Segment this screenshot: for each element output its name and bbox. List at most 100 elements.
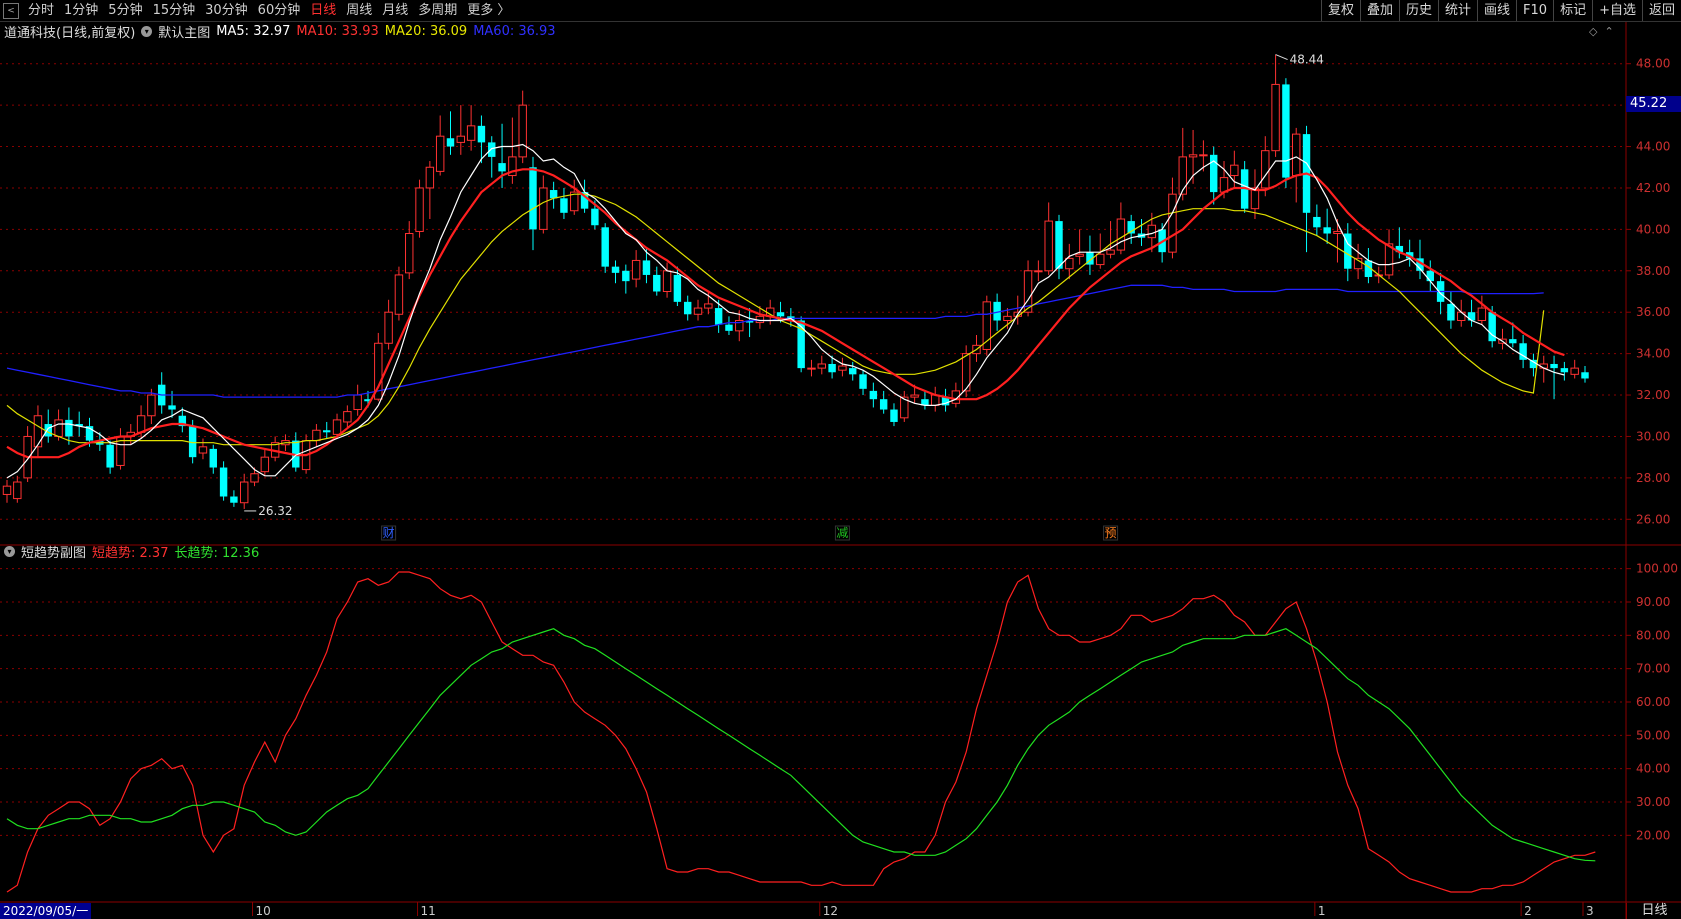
candle-body-down — [1467, 312, 1476, 321]
candle-body-up — [435, 135, 445, 172]
diamond-icon[interactable]: ◇ — [1589, 25, 1597, 38]
price-tick-label: 38.00 — [1636, 264, 1670, 278]
candle-body-up — [343, 411, 352, 423]
sub-tick-label: 30.00 — [1636, 795, 1670, 809]
candle-body-up — [1065, 257, 1074, 270]
candle-body-up — [332, 419, 342, 435]
sub-tick-label: 40.00 — [1636, 762, 1670, 776]
candle-body-up — [353, 394, 362, 411]
candle-body-down — [1313, 216, 1321, 228]
sub-tick-label: 20.00 — [1636, 828, 1670, 842]
candle-body-up — [136, 415, 146, 433]
ma5-label: MA5: 32.97 — [216, 23, 291, 39]
candle-body-up — [1230, 164, 1239, 177]
candle-body-up — [910, 394, 919, 398]
main-indicator-name[interactable]: 默认主图 — [158, 22, 210, 41]
price-tick-label: 48.00 — [1636, 57, 1670, 71]
candle-body-up — [250, 473, 259, 483]
low-marker-label: 26.32 — [258, 504, 292, 518]
candle-body-up — [518, 104, 527, 158]
candle-body-down — [890, 409, 898, 422]
candle-body-down — [488, 142, 496, 157]
current-price-tag: 45.22 — [1626, 96, 1681, 112]
candle-body-down — [1055, 221, 1063, 269]
indicator-toggle-icon[interactable]: ▾ — [141, 25, 153, 37]
candle-body-up — [425, 166, 435, 189]
candle-body-down — [642, 260, 651, 275]
ma5-line — [6, 143, 1565, 479]
candle-body-down — [1282, 84, 1290, 178]
price-tick-label: 30.00 — [1636, 429, 1670, 443]
up-chevron-icon[interactable]: ⌃ — [1604, 25, 1613, 38]
price-tick-label: 40.00 — [1636, 222, 1670, 236]
price-tick-label: 32.00 — [1636, 388, 1670, 402]
candle-body-down — [725, 324, 733, 331]
candle-body-up — [539, 187, 548, 230]
candle-body-up — [466, 125, 476, 141]
candle-body-up — [394, 274, 404, 315]
sub-tick-label: 50.00 — [1636, 728, 1670, 742]
high-marker-line — [1275, 54, 1288, 61]
candle-body-down — [230, 496, 238, 503]
price-tick-label: 28.00 — [1636, 471, 1670, 485]
candle-body-up — [1106, 249, 1115, 255]
candle-body-up — [1003, 315, 1012, 321]
candle-body-up — [1075, 253, 1084, 257]
sub-indicator-toggle-icon[interactable]: ▾ — [4, 545, 15, 557]
candle-body-up — [1034, 270, 1043, 273]
candle-body-up — [1261, 150, 1270, 189]
candle-body-up — [2, 485, 12, 495]
ma10-line — [6, 168, 1565, 459]
ma10-label: MA10: 33.93 — [296, 23, 379, 39]
candle-body-up — [1044, 220, 1053, 272]
ma60-line — [6, 284, 1544, 398]
candle-body-up — [405, 233, 414, 274]
candle-body-down — [323, 430, 331, 433]
candle-body-up — [1147, 224, 1157, 239]
price-tick-label: 34.00 — [1636, 347, 1670, 361]
candle-body-up — [704, 303, 713, 309]
short-trend-line — [6, 571, 1596, 893]
candle-body-up — [147, 394, 156, 417]
candle-body-down — [1323, 227, 1331, 234]
candle-body-up — [982, 301, 992, 350]
candle-body-up — [1477, 307, 1487, 321]
candle-body-down — [601, 227, 609, 267]
candle-body-up — [198, 446, 208, 454]
event-flag-label: 预 — [1105, 526, 1117, 540]
candle-body-up — [415, 187, 424, 232]
price-tick-label: 42.00 — [1636, 181, 1670, 195]
candle-body-up — [1116, 218, 1126, 251]
candle-body-up — [631, 259, 641, 280]
period-indicator: 日线 — [1626, 903, 1681, 919]
event-flag-label: 财 — [383, 526, 395, 540]
price-tick-label: 44.00 — [1636, 140, 1670, 154]
candle-body-down — [209, 448, 217, 468]
sub-chart-title[interactable]: 短趋势副图 — [21, 542, 86, 561]
month-label: 2 — [1524, 904, 1532, 918]
candle-body-down — [529, 167, 537, 230]
chart-corner-controls: ◇ ⌃ — [1589, 25, 1614, 38]
candle-body-down — [219, 467, 228, 497]
candle-body-up — [807, 367, 816, 370]
candle-body-down — [591, 208, 599, 226]
candle-body-down — [1581, 372, 1589, 379]
candle-body-up — [384, 311, 393, 344]
long-trend-label: 长趋势: 12.36 — [174, 545, 260, 561]
candle-body-down — [65, 419, 73, 437]
ma60-label: MA60: 36.93 — [473, 23, 556, 39]
candle-body-down — [622, 270, 630, 282]
candle-body-up — [838, 365, 847, 371]
candle-body-up — [662, 270, 672, 292]
long-trend-line — [6, 628, 1596, 862]
candle-body-down — [106, 444, 114, 468]
candle-body-up — [1168, 193, 1177, 253]
candle-body-up — [1096, 253, 1105, 266]
candle-body-down — [653, 274, 661, 292]
ma20-label: MA20: 36.09 — [384, 23, 468, 39]
kline-chart[interactable]: 48.0046.0044.0042.0040.0038.0036.0034.00… — [0, 0, 1681, 919]
candle-body-up — [1570, 367, 1579, 375]
cursor-date: 2022/09/05/一 — [0, 903, 92, 919]
candle-body-down — [673, 274, 682, 302]
high-marker-label: 48.44 — [1290, 53, 1324, 67]
